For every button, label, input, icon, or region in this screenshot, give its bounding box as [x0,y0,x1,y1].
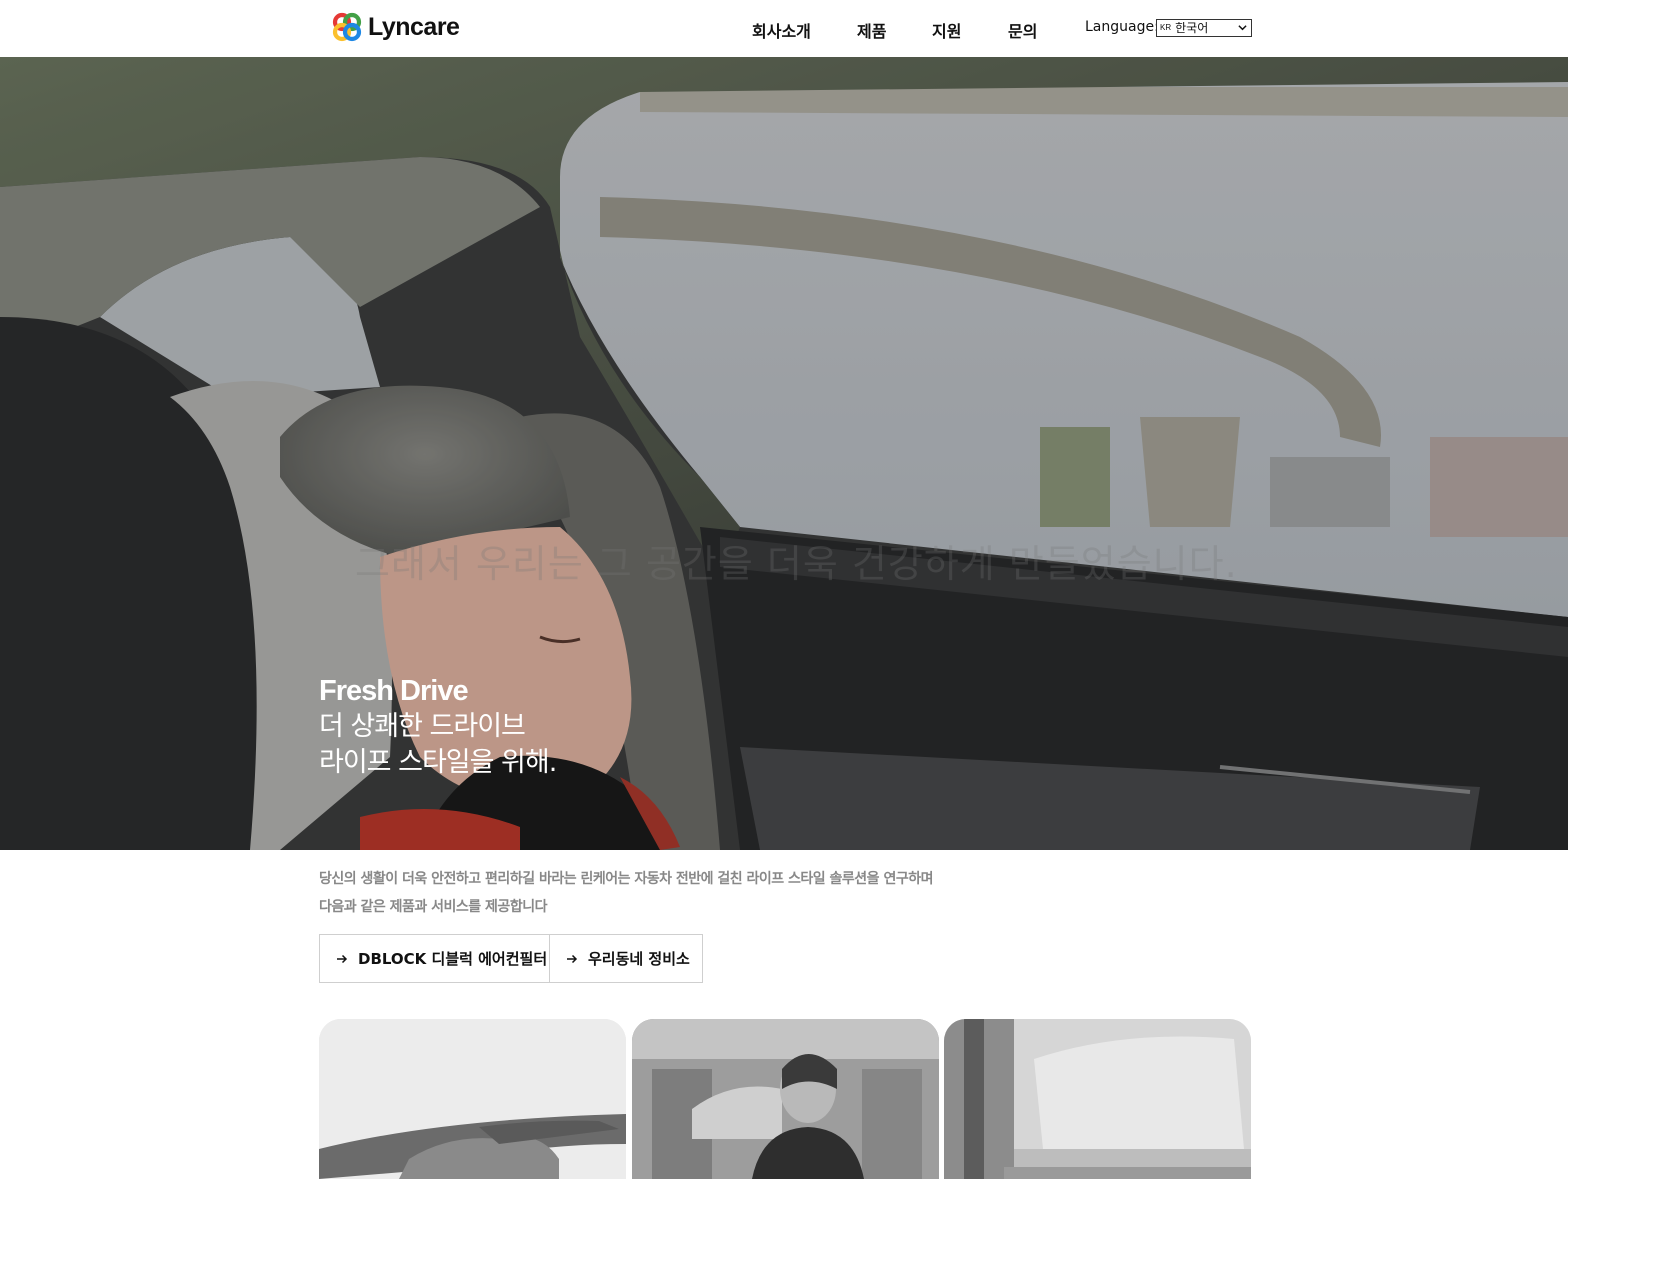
intro-line1: 당신의 생활이 더욱 안전하고 편리하길 바라는 린케어는 자동차 전반에 걸친… [319,871,933,887]
language-select[interactable]: KR 한국어 [1156,19,1252,37]
chevron-down-icon [1238,25,1247,31]
logo[interactable]: Lyncare [330,9,460,45]
card-hands[interactable] [319,1019,626,1179]
hero-title: Fresh Drive 더 상쾌한 드라이브 라이프 스타일을 위해. [319,673,557,781]
hero-title-line3: 라이프 스타일을 위해. [319,747,557,778]
intro-text: 당신의 생활이 더욱 안전하고 편리하길 바라는 린케어는 자동차 전반에 걸친… [319,865,933,921]
language-value: 한국어 [1175,21,1209,35]
nav-contact[interactable]: 문의 [1008,18,1037,42]
hero-image [0,57,1568,850]
arrow-right-icon [567,954,578,963]
site-header: Lyncare 회사소개 제품 지원 문의 Language: KR 한국어 [0,0,1568,57]
card-image-factory [944,1019,1251,1179]
logo-icon [332,12,362,42]
dblock-filter-button[interactable]: DBLOCK 디블럭 에어컨필터 [319,934,550,983]
hero-ghost-text: 그래서 우리는 그 공간을 더욱 건강하게 만들었습니다. [355,542,1238,586]
card-image-hands [319,1019,626,1179]
nav-company[interactable]: 회사소개 [752,18,811,42]
card-image-mechanic [632,1019,939,1179]
dblock-filter-label: DBLOCK 디블럭 에어컨필터 [358,950,548,968]
card-mechanic[interactable] [632,1019,939,1179]
logo-text: Lyncare [368,12,460,41]
language-label: Language: [1085,19,1159,35]
hero-title-line2: 더 상쾌한 드라이브 [319,711,526,742]
hero-banner: 그래서 우리는 그 공간을 더욱 건강하게 만들었습니다. Fresh Driv… [0,57,1568,850]
nav-products[interactable]: 제품 [857,18,886,42]
hero-title-en: Fresh Drive [319,675,469,707]
language-flag: KR [1160,23,1172,32]
intro-line2: 다음과 같은 제품과 서비스를 제공합니다 [319,899,547,915]
product-links: DBLOCK 디블럭 에어컨필터 우리동네 정비소 [319,934,703,983]
local-garage-button[interactable]: 우리동네 정비소 [549,934,703,983]
arrow-right-icon [337,954,348,963]
nav-support[interactable]: 지원 [932,18,961,42]
card-factory[interactable] [944,1019,1251,1179]
local-garage-label: 우리동네 정비소 [588,950,690,968]
